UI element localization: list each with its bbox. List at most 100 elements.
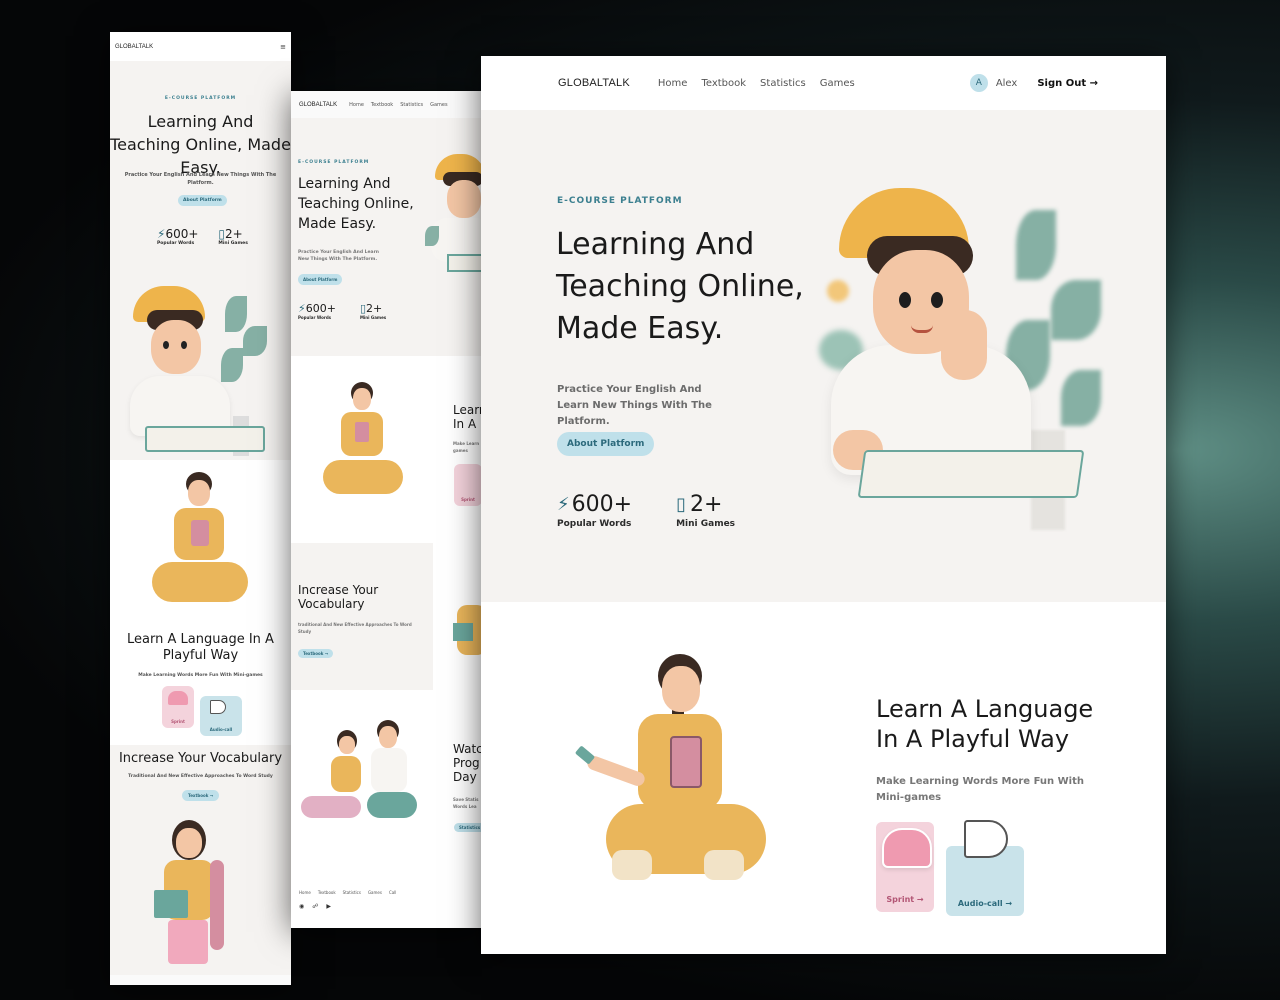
audio-call-card[interactable]: Audio-call <box>200 696 242 736</box>
sneaker-icon <box>882 828 932 868</box>
statistics-button[interactable]: Statistics <box>454 823 482 832</box>
card-label: Audio-call <box>209 727 233 732</box>
nav-menu: Home Textbook Statistics Games <box>349 102 447 108</box>
card-label: Audio-call → <box>957 899 1013 908</box>
card-label: Sprint → <box>886 895 924 904</box>
vocabulary-title: Increase Your Vocabulary <box>298 583 379 611</box>
sign-out-label: Sign Out <box>1037 77 1087 89</box>
hero-section: E-COURSE PLATFORM Learning And Teaching … <box>110 61 291 460</box>
illustration-panel <box>433 543 482 690</box>
navbar: GLOBALTALK ≡ <box>110 32 291 61</box>
nav-games[interactable]: Games <box>820 78 855 89</box>
textbook-button[interactable]: Textbook → <box>182 790 220 801</box>
hero-eyebrow: E-COURSE PLATFORM <box>298 160 370 165</box>
progress-section: Watc Prog Day Save Statis Words Lea Stat… <box>291 690 482 879</box>
sprint-card[interactable]: Sprint <box>454 464 482 506</box>
button-label: Textbook <box>303 651 324 656</box>
stat-label: Mini Games <box>359 315 387 320</box>
progress-subtitle-partial: Save Statis Words Lea <box>453 797 479 809</box>
sprint-card[interactable]: Sprint → <box>876 822 934 912</box>
lightning-icon: ⚡ <box>298 302 306 315</box>
stat-value: 2+ <box>689 492 723 517</box>
about-platform-button[interactable]: About Platform <box>298 274 343 285</box>
playful-title: Learn A Language In A Playful Way <box>127 632 274 663</box>
stat-label: Mini Games <box>676 519 736 529</box>
footer-games[interactable]: Games <box>368 890 382 895</box>
hero-eyebrow: E-COURSE PLATFORM <box>164 96 237 101</box>
stat-games: ▯ 2+ Mini Games <box>676 492 735 529</box>
logo[interactable]: GLOBALTALK <box>558 77 630 89</box>
hero-stats: ⚡ 600+ Popular Words ▯ 2+ Mini Games <box>298 302 386 320</box>
playful-subtitle: Make Learning Words More Fun With Mini-g… <box>876 776 1084 803</box>
hero-eyebrow: E-COURSE PLATFORM <box>557 196 683 206</box>
user-area: A Alex Sign Out → <box>969 74 1098 92</box>
navbar: GLOBALTALK Home Textbook Statistics Game… <box>481 56 1166 110</box>
sign-out-button[interactable]: Sign Out → <box>1037 78 1098 89</box>
avatar[interactable]: A <box>969 74 988 92</box>
footer-menu: Home Textbook Statistics Games Call <box>299 890 396 895</box>
nav-home[interactable]: Home <box>349 102 364 108</box>
stat-words: ⚡ 600+ Popular Words <box>298 302 336 320</box>
gamepad-icon: ▯ <box>676 494 686 515</box>
menu-icon[interactable]: ≡ <box>280 43 286 51</box>
stat-label: Popular Words <box>557 519 632 529</box>
footer-statistics[interactable]: Statistics <box>343 890 361 895</box>
github-icon[interactable]: ◉ <box>299 903 304 910</box>
nav-textbook[interactable]: Textbook <box>701 78 746 89</box>
footer-textbook[interactable]: Textbook <box>318 890 336 895</box>
footer-home[interactable]: Home <box>299 890 311 895</box>
sign-out-icon: → <box>1089 77 1098 89</box>
playful-title: Learn A Language In A Playful Way <box>876 695 1094 753</box>
stat-words: ⚡ 600+ Popular Words <box>557 492 632 529</box>
youtube-icon[interactable]: ▶ <box>326 903 331 910</box>
stat-value: 600+ <box>165 227 199 241</box>
nav-statistics[interactable]: Statistics <box>760 78 806 89</box>
nav-menu: Home Textbook Statistics Games <box>658 78 855 89</box>
textbook-button[interactable]: Textbook → <box>298 649 334 658</box>
stat-value: 600+ <box>305 302 336 315</box>
logo[interactable]: GLOBALTALK <box>299 102 337 108</box>
nav-games[interactable]: Games <box>430 102 448 108</box>
stat-label: Mini Games <box>218 241 248 246</box>
stat-value: 2+ <box>366 302 383 315</box>
nav-statistics[interactable]: Statistics <box>400 102 423 108</box>
vocabulary-section: Increase Your Vocabulary traditional And… <box>291 543 482 690</box>
playful-subtitle-partial: Make Learn games <box>453 441 480 453</box>
hero-section: E-COURSE PLATFORM Learning And Teaching … <box>481 110 1166 602</box>
stat-value: 600+ <box>571 492 633 517</box>
boy-reading-illustration <box>425 154 482 314</box>
stat-label: Popular Words <box>157 241 195 246</box>
nav-textbook[interactable]: Textbook <box>371 102 393 108</box>
logo[interactable]: GLOBALTALK <box>115 44 153 50</box>
lightning-icon: ⚡ <box>157 227 166 241</box>
footer-call[interactable]: Call <box>389 890 396 895</box>
playful-title-partial: Learn In A <box>453 403 482 431</box>
girl-tablet-illustration <box>138 472 263 617</box>
vocabulary-section: Increase Your Vocabulary Traditional And… <box>110 745 291 975</box>
vocabulary-title: Increase Your Vocabulary <box>118 751 283 766</box>
playful-section: Learn A Language In A Playful Way Make L… <box>110 460 291 745</box>
footer: Home Textbook Statistics Games Call ◉ ☍ … <box>291 879 482 928</box>
stat-label: Popular Words <box>298 315 332 320</box>
sprint-card[interactable]: Sprint <box>162 686 194 728</box>
vocabulary-subtitle: traditional And New Effective Approaches… <box>298 622 412 634</box>
megaphone-icon <box>964 820 1008 858</box>
stat-games: ▯ 2+ Mini Games <box>218 227 247 246</box>
card-label: Sprint <box>461 497 475 502</box>
stat-words: ⚡ 600+ Popular Words <box>157 227 198 246</box>
hero-subtitle: Practice Your English And Learn New Thin… <box>298 250 380 262</box>
sneaker-icon <box>168 691 188 705</box>
playful-section: Learn A Language In A Playful Way Make L… <box>481 602 1166 954</box>
link-icon[interactable]: ☍ <box>312 903 318 910</box>
gamepad-icon: ▯ <box>218 227 226 241</box>
about-platform-button[interactable]: About Platform <box>178 195 227 206</box>
boy-reading-illustration <box>125 286 275 461</box>
nav-home[interactable]: Home <box>658 78 688 89</box>
about-platform-button[interactable]: About Platform <box>557 432 655 456</box>
audio-call-card[interactable]: Audio-call → <box>946 820 1024 916</box>
hero-title: Learning And Teaching Online, Made Easy. <box>556 227 804 346</box>
megaphone-icon <box>210 700 226 714</box>
footer-social: ◉ ☍ ▶ <box>299 903 331 910</box>
vocabulary-subtitle: Traditional And New Effective Approaches… <box>128 774 273 779</box>
button-label: Textbook <box>188 793 209 798</box>
